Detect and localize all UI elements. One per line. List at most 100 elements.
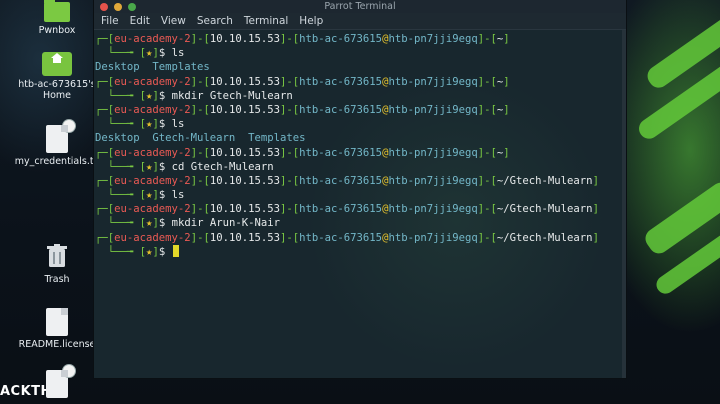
prompt-star: [★] [139,89,159,102]
prompt-star: [★] [139,160,159,173]
prompt-bracket: ] [503,146,510,159]
prompt-session: eu-academy-2 [114,174,191,187]
prompt-bracket: ┌─[ [95,174,115,187]
desktop-icon-pwnbox[interactable]: Pwnbox [9,0,105,36]
prompt-user: htb-ac-673615 [299,174,383,187]
prompt-corner: └──╼ [95,217,140,230]
desktop-icon-credentials[interactable]: my_credentials.tx [9,119,105,167]
prompt-bracket: ] [592,174,599,187]
prompt-session: eu-academy-2 [114,103,191,116]
prompt-dollar: $ [158,47,172,60]
prompt-ip: 10.10.15.53 [209,103,280,116]
prompt-dollar: $ [158,189,172,202]
prompt-user: htb-ac-673615 [299,103,383,116]
desktop-icon-label: Trash [44,274,70,285]
desktop-icon-trash[interactable]: Trash [9,244,105,285]
terminal-window[interactable]: Parrot Terminal File Edit View Search Te… [94,0,626,378]
home-folder-icon [42,52,72,76]
prompt-bracket: ]-[ [280,203,300,216]
prompt-host: htb-pn7jji9egq [388,146,478,159]
menu-view[interactable]: View [161,15,186,27]
desktop-icon-readme[interactable]: README.license [9,308,105,350]
desktop-icon-file[interactable] [9,364,105,401]
command-line: └──╼ [★]$ ls [95,46,626,60]
prompt-bracket: ]-[ [280,231,300,244]
prompt-cwd: ~/Gtech-Mulearn [496,203,593,216]
menu-terminal[interactable]: Terminal [244,15,288,27]
license-file-icon [46,308,68,336]
window-title: Parrot Terminal [324,1,396,12]
prompt-ip: 10.10.15.53 [209,203,280,216]
prompt-bracket: ] [592,231,599,244]
prompt-bracket: ┌─[ [95,231,115,244]
title-bar[interactable]: Parrot Terminal [94,0,626,13]
prompt-star: [★] [139,245,159,258]
prompt-host: htb-pn7jji9egq [388,75,478,88]
command-line: └──╼ [★]$ [95,244,626,259]
prompt-bracket: ]-[ [190,146,210,159]
prompt-bracket: ]-[ [190,231,210,244]
prompt-dollar: $ [158,217,172,230]
prompt-host: htb-pn7jji9egq [388,103,478,116]
prompt-ip: 10.10.15.53 [209,75,280,88]
menu-edit[interactable]: Edit [130,15,150,27]
prompt-host: htb-pn7jji9egq [388,33,478,45]
prompt-session: eu-academy-2 [114,231,191,244]
prompt-host: htb-pn7jji9egq [388,174,478,187]
command-output-line: Desktop Gtech-Mulearn Templates [95,131,626,145]
prompt-corner: └──╼ [95,89,140,102]
terminal-output[interactable]: ┌─[eu-academy-2]-[10.10.15.53]-[htb-ac-6… [94,30,626,378]
menu-search[interactable]: Search [197,15,233,27]
prompt-bracket: ]-[ [190,103,210,116]
prompt-bracket: ]-[ [280,75,300,88]
output-text: Desktop Templates [95,61,210,74]
command-text: ls [171,189,185,202]
prompt-header-line: ┌─[eu-academy-2]-[10.10.15.53]-[htb-ac-6… [95,231,626,245]
command-text: ls [171,47,185,60]
prompt-bracket: ┌─[ [95,146,115,159]
command-text: cd Gtech-Mulearn [171,160,274,173]
terminal-scrollbar[interactable] [622,30,626,378]
prompt-dollar: $ [158,118,172,131]
command-text: mkdir Gtech-Mulearn [171,89,293,102]
prompt-user: htb-ac-673615 [299,203,383,216]
prompt-bracket: ]-[ [477,231,497,244]
prompt-user: htb-ac-673615 [299,33,383,45]
prompt-star-icon: ★ [146,118,153,131]
prompt-header-line: ┌─[eu-academy-2]-[10.10.15.53]-[htb-ac-6… [95,202,626,216]
prompt-star-icon: ★ [146,160,153,173]
prompt-bracket: ]-[ [477,103,497,116]
menu-help[interactable]: Help [299,15,323,27]
command-line: └──╼ [★]$ ls [95,188,626,202]
desktop-icon-home[interactable]: htb-ac-673615's Home [9,52,105,101]
prompt-bracket: ]-[ [190,33,210,45]
prompt-session: eu-academy-2 [114,146,191,159]
file-badge-icon [62,364,76,378]
prompt-corner: └──╼ [95,189,140,202]
trash-icon [9,244,105,271]
prompt-cwd: ~/Gtech-Mulearn [496,174,593,187]
command-line: └──╼ [★]$ ls [95,117,626,131]
text-cursor [172,244,179,257]
prompt-ip: 10.10.15.53 [209,231,280,244]
prompt-star: [★] [139,118,159,131]
prompt-ip: 10.10.15.53 [209,146,280,159]
prompt-star-icon: ★ [146,245,153,258]
desktop-icon-label: htb-ac-673615's Home [18,79,96,101]
prompt-bracket: ]-[ [190,203,210,216]
file-icon [46,364,76,398]
prompt-session: eu-academy-2 [114,203,191,216]
menu-file[interactable]: File [101,15,119,27]
prompt-dollar: $ [158,245,172,258]
prompt-star: [★] [139,189,159,202]
prompt-bracket: ┌─[ [95,103,115,116]
menu-bar: File Edit View Search Terminal Help [94,13,626,30]
prompt-session: eu-academy-2 [114,33,191,45]
prompt-bracket: ] [503,103,510,116]
prompt-ip: 10.10.15.53 [209,174,280,187]
desktop-icon-label: README.license [18,339,96,350]
command-text: ls [171,118,185,131]
desktop-icon-label: Pwnbox [38,25,76,36]
prompt-corner: └──╼ [95,245,140,258]
prompt-bracket: ]-[ [477,174,497,187]
